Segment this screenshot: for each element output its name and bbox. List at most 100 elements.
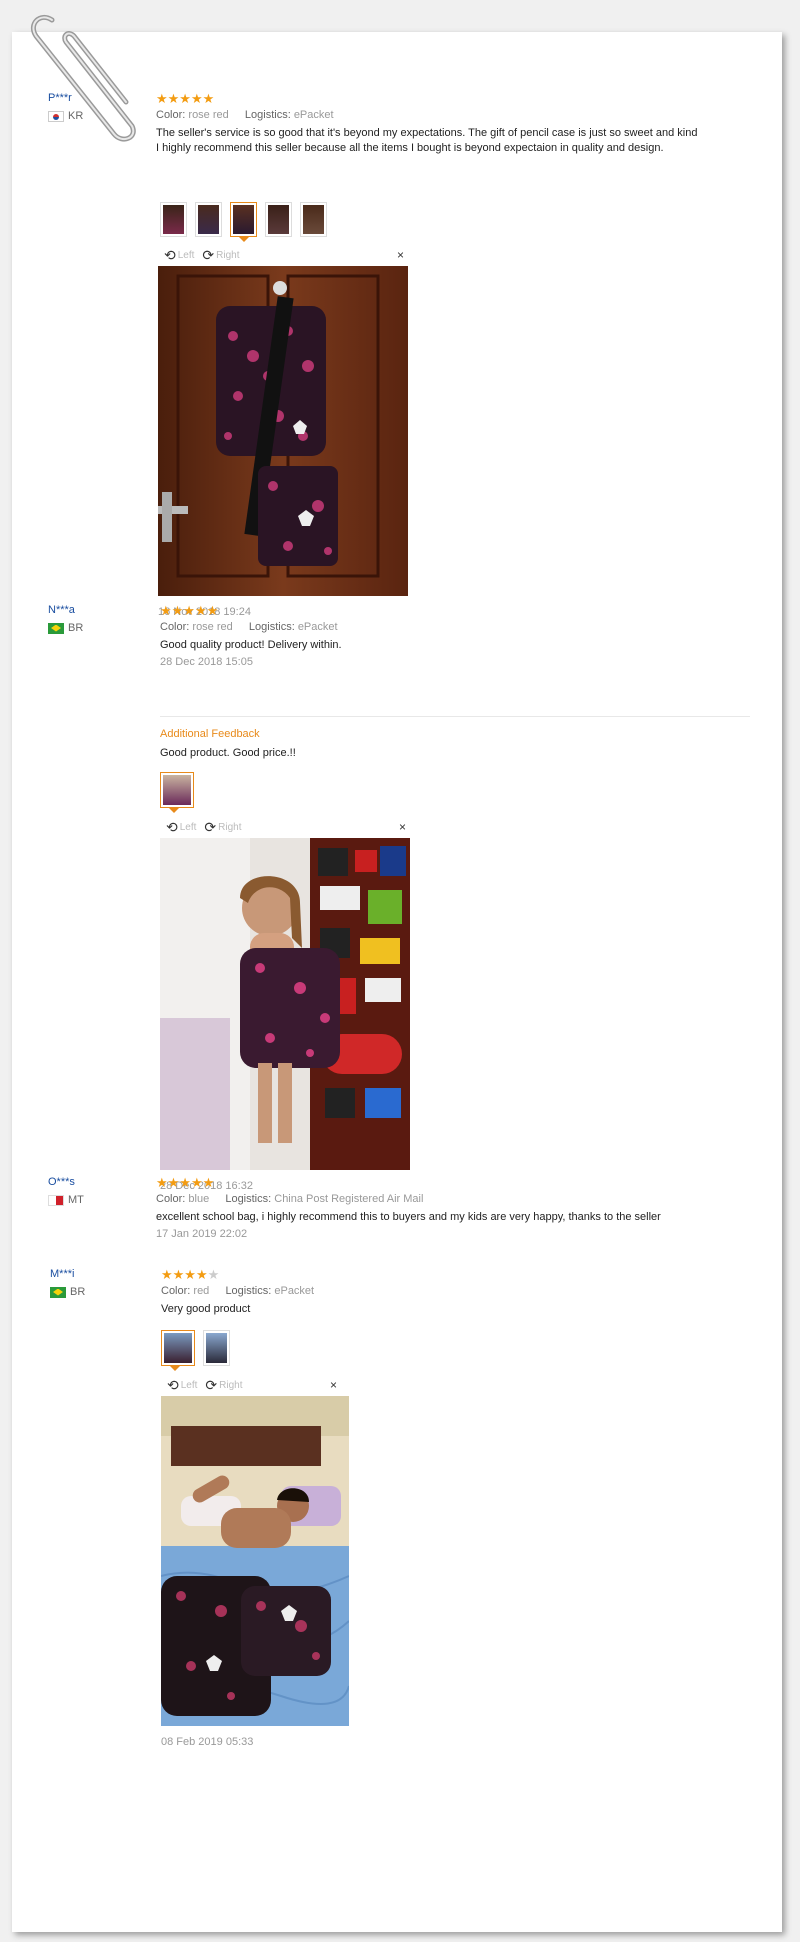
rotate-left-button[interactable]: ⟲ Left: [166, 819, 196, 836]
review-thumbnail[interactable]: [160, 772, 194, 813]
review-thumbnail[interactable]: [230, 202, 257, 242]
rotate-left-label: Left: [180, 1379, 198, 1391]
rotate-right-label: Right: [218, 821, 242, 833]
country-code: BR: [68, 622, 84, 634]
review-thumbnail[interactable]: [160, 202, 187, 237]
review-date: 17 Jan 2019 22:02: [156, 1228, 248, 1240]
reviewer-info: N***a BR: [48, 604, 83, 634]
review-photo[interactable]: [158, 266, 408, 596]
rotate-right-label: Right: [219, 1379, 243, 1391]
logistics-label: Logistics:: [225, 1193, 272, 1205]
review-date: 08 Feb 2019 05:33: [161, 1736, 254, 1748]
rotate-left-button[interactable]: ⟲ Left: [167, 1377, 197, 1394]
image-viewer-toolbar: ⟲ Left ⟳ Right ×: [164, 246, 404, 264]
country-code: BR: [70, 1286, 86, 1298]
review-text-line: I highly recommend this seller because a…: [156, 142, 664, 154]
reviewer-name[interactable]: N***a: [48, 604, 83, 616]
country-code: KR: [68, 110, 84, 122]
color-label: Color:: [156, 1193, 186, 1205]
review-photo[interactable]: [161, 1396, 349, 1726]
rotate-right-button[interactable]: ⟳ Right: [204, 819, 241, 836]
review-photo[interactable]: [160, 838, 410, 1170]
star-rating: ★★★★★: [156, 1175, 215, 1190]
rotate-left-label: Left: [177, 249, 195, 261]
rotate-left-icon: ⟲: [166, 818, 178, 835]
flag-icon: [50, 1286, 66, 1298]
rotate-right-button[interactable]: ⟳ Right: [205, 1377, 242, 1394]
rotate-left-icon: ⟲: [167, 1376, 179, 1393]
logistics-value: ePacket: [274, 1285, 315, 1297]
logistics-label: Logistics:: [225, 1285, 272, 1297]
rotate-right-icon: ⟳: [202, 246, 215, 263]
rotate-left-label: Left: [179, 821, 197, 833]
star-rating: ★★★★★: [156, 91, 215, 106]
divider: [160, 716, 750, 717]
country-code: MT: [68, 1194, 84, 1206]
additional-feedback-label: Additional Feedback: [160, 728, 260, 740]
review-date: 28 Dec 2018 15:05: [160, 656, 253, 668]
reviewer-country: BR: [50, 1286, 85, 1298]
logistics-value: ePacket: [293, 109, 334, 121]
thumbnail-strip: [160, 772, 194, 813]
logistics-value: ePacket: [297, 621, 338, 633]
rotate-right-label: Right: [216, 249, 240, 261]
color-value: rose red: [188, 109, 229, 121]
thumbnail-strip: [161, 1330, 230, 1371]
color-label: Color:: [156, 109, 186, 121]
logistics-label: Logistics:: [244, 109, 291, 121]
rotate-right-icon: ⟳: [204, 818, 217, 835]
close-icon[interactable]: ×: [397, 248, 404, 262]
color-label: Color:: [161, 1285, 191, 1297]
reviewer-name[interactable]: O***s: [48, 1176, 84, 1188]
color-value: rose red: [192, 621, 233, 633]
review-thumbnail[interactable]: [195, 202, 222, 237]
review-thumbnail[interactable]: [265, 202, 292, 237]
review-meta: Color: red Logistics: ePacket: [161, 1285, 314, 1297]
star-rating: ★★★★★: [161, 1268, 314, 1281]
review-text-line: The seller's service is so good that it'…: [156, 127, 698, 139]
color-label: Color:: [160, 621, 190, 633]
rotate-left-button[interactable]: ⟲ Left: [164, 247, 194, 264]
color-value: blue: [188, 1193, 210, 1205]
review-text: Good quality product! Delivery within.: [160, 639, 342, 651]
logistics-label: Logistics:: [248, 621, 295, 633]
rotate-left-icon: ⟲: [164, 246, 176, 263]
image-viewer-toolbar: ⟲ Left ⟳ Right ×: [167, 1376, 337, 1394]
star-rating: ★★★★★: [160, 603, 219, 618]
close-icon[interactable]: ×: [330, 1378, 337, 1392]
reviewer-country: MT: [48, 1194, 84, 1206]
logistics-value: China Post Registered Air Mail: [274, 1193, 424, 1205]
review-meta: Color: rose red Logistics: ePacket: [160, 621, 342, 633]
flag-icon: [48, 622, 64, 634]
review-page: P***r KR ★★★★★ Color: rose red Logistics…: [12, 14, 782, 1932]
review-content: ★★★★★ Color: red Logistics: ePacket Very…: [161, 1268, 314, 1317]
flag-icon: [48, 1194, 64, 1206]
review-content: ★★★★★ Color: rose red Logistics: ePacket…: [160, 604, 342, 668]
review-text: Very good product: [161, 1303, 251, 1315]
reviewer-name[interactable]: P***r: [48, 92, 83, 104]
reviewer-name[interactable]: M***i: [50, 1268, 85, 1280]
reviewer-country: KR: [48, 110, 83, 122]
star-filled: ★★★★: [161, 1267, 208, 1282]
color-value: red: [193, 1285, 210, 1297]
review-thumbnail[interactable]: [300, 202, 327, 237]
rotate-right-icon: ⟳: [205, 1376, 218, 1393]
review-meta: Color: rose red Logistics: ePacket: [156, 109, 697, 121]
thumbnail-strip: [160, 202, 327, 242]
close-icon[interactable]: ×: [399, 820, 406, 834]
reviewer-info: O***s MT: [48, 1176, 84, 1206]
review-text: excellent school bag, i highly recommend…: [156, 1211, 661, 1223]
additional-feedback-text: Good product. Good price.!!: [160, 747, 296, 759]
review-content: ★★★★★ Color: rose red Logistics: ePacket…: [156, 92, 697, 156]
review-text: The seller's service is so good that it'…: [156, 126, 697, 156]
review-content: ★★★★★ Color: blue Logistics: China Post …: [156, 1176, 661, 1240]
paperclip-icon: [30, 14, 136, 142]
rotate-right-button[interactable]: ⟳ Right: [202, 247, 239, 264]
reviewer-info: P***r KR: [48, 92, 83, 122]
image-viewer-toolbar: ⟲ Left ⟳ Right ×: [166, 818, 406, 836]
review-meta: Color: blue Logistics: China Post Regist…: [156, 1193, 661, 1205]
reviewer-info: M***i BR: [50, 1268, 85, 1298]
review-thumbnail[interactable]: [161, 1330, 195, 1371]
review-thumbnail[interactable]: [203, 1330, 230, 1366]
flag-icon: [48, 110, 64, 122]
